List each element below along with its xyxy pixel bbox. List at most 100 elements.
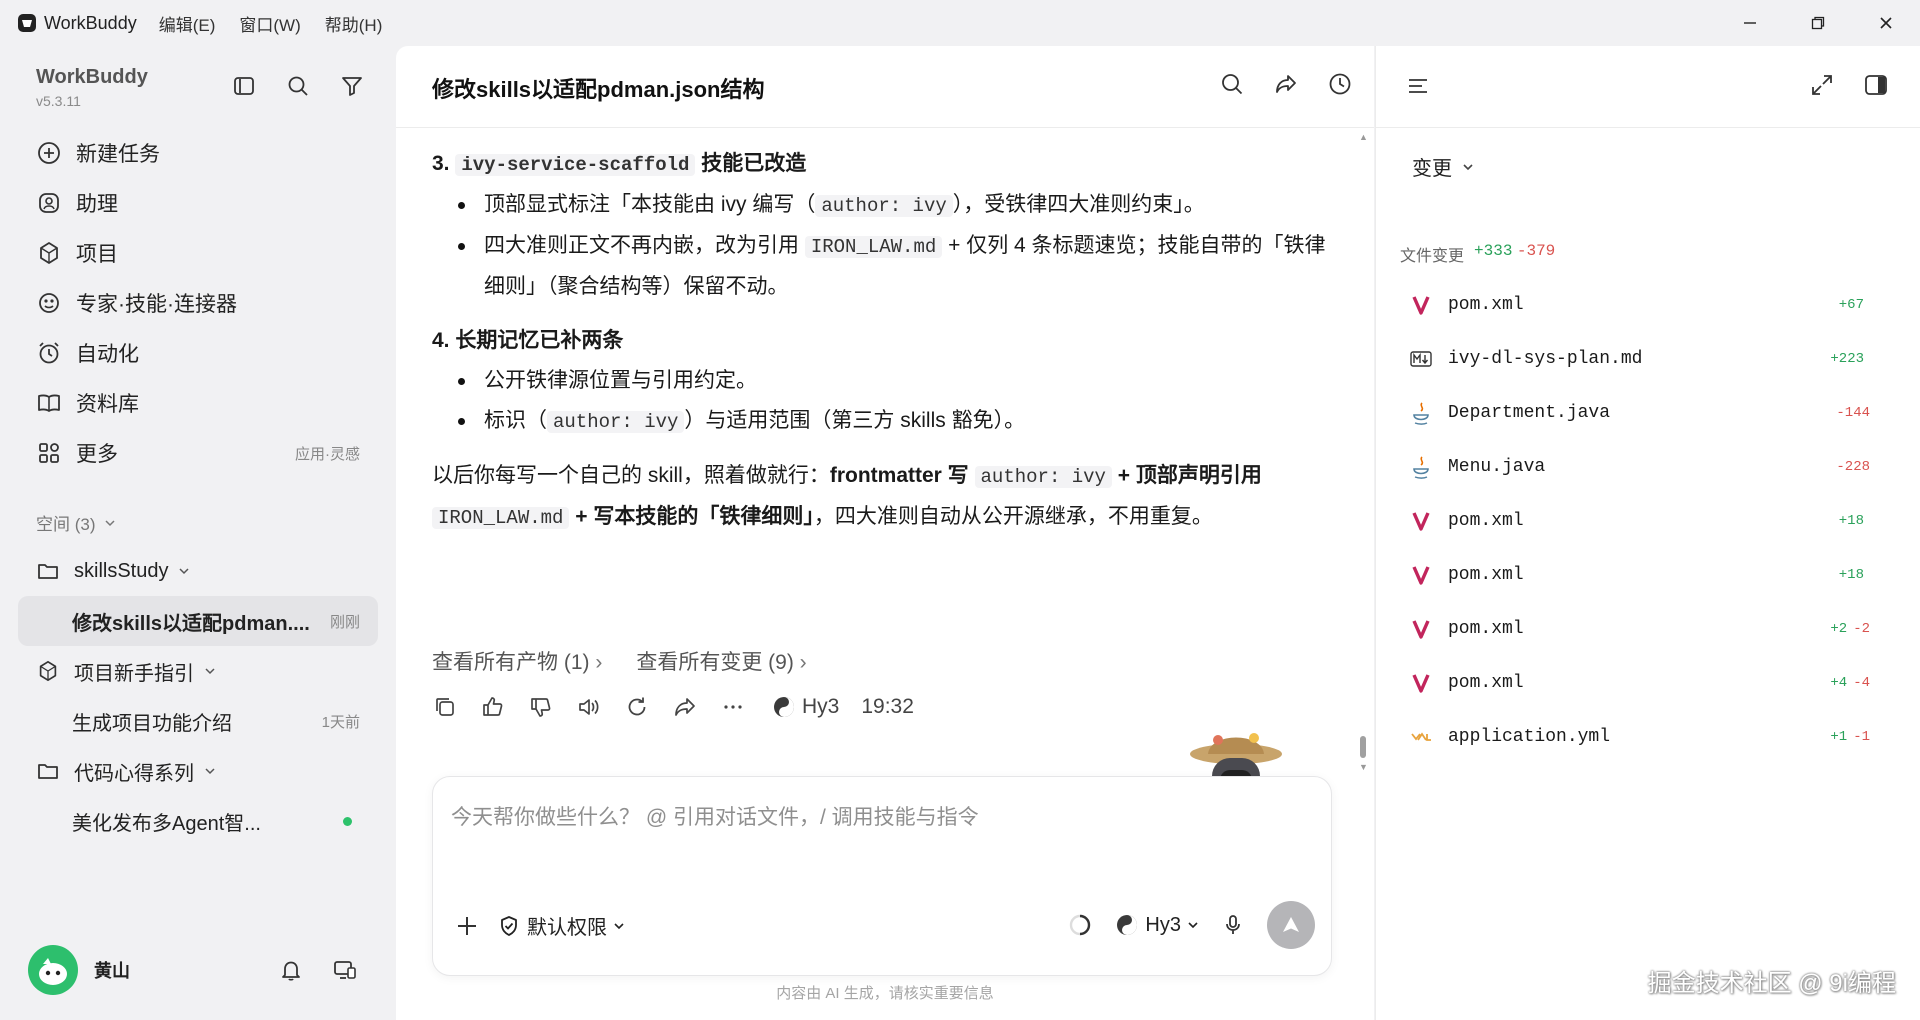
composer-input[interactable]: 今天帮你做些什么？ @ 引用对话文件，/ 调用技能与指令 [451, 801, 979, 831]
list-item[interactable]: pom.xml +18 [1400, 494, 1870, 548]
thumbs-down-icon[interactable] [528, 694, 554, 720]
list-item: 四大准则正文不再内嵌，改为引用 IRON_LAW.md + 仅列 4 条标题速览… [432, 226, 1332, 307]
changes-dropdown-label: 变更 [1412, 158, 1452, 180]
hunyuan-logo-icon [1117, 915, 1138, 935]
menu-help[interactable]: 帮助(H) [325, 11, 383, 36]
list-item[interactable]: Department.java -144 [1400, 386, 1870, 440]
file-name: pom.xml [1448, 295, 1524, 315]
list-item[interactable]: pom.xml +2 -2 [1400, 602, 1870, 656]
bell-icon[interactable] [278, 957, 304, 983]
nav-library[interactable]: 资料库 [18, 378, 378, 428]
project-onboarding[interactable]: 项目新手指引 [18, 646, 378, 696]
list-item[interactable]: ivy-dl-sys-plan.md +223 [1400, 332, 1870, 386]
device-settings-icon[interactable] [332, 957, 358, 983]
send-button[interactable] [1267, 901, 1315, 949]
copy-icon[interactable] [432, 694, 458, 720]
expand-icon[interactable] [1809, 72, 1835, 98]
regenerate-icon[interactable] [624, 694, 650, 720]
nav-assistant[interactable]: 助理 [18, 178, 378, 228]
close-button[interactable] [1852, 0, 1920, 46]
message-actions: Hy3 19:32 [432, 694, 914, 720]
file-additions: +223 [1830, 351, 1864, 367]
view-changes-link[interactable]: 查看所有变更 (9) [636, 646, 806, 676]
nav-project[interactable]: 项目 [18, 228, 378, 278]
list-item[interactable]: application.yml +1 -1 [1400, 710, 1870, 764]
search-icon[interactable] [1218, 70, 1246, 98]
chevron-down-icon [1188, 922, 1198, 929]
nav-label: 资料库 [76, 393, 139, 416]
task-current[interactable]: 修改skills以适配pdman.... 刚刚 [18, 596, 378, 646]
title-bar: WorkBuddy 编辑(E) 窗口(W) 帮助(H) [0, 0, 1920, 46]
nav-label: 新建任务 [76, 143, 160, 166]
more-grid-icon [39, 443, 59, 463]
minimize-button[interactable] [1716, 0, 1784, 46]
scroll-up-arrow-icon[interactable]: ▲ [1359, 132, 1368, 142]
task-generate-intro[interactable]: 生成项目功能介绍 1天前 [18, 696, 378, 746]
folder-code-notes[interactable]: 代码心得系列 [18, 746, 378, 796]
task-label: 美化发布多Agent智... [72, 812, 261, 835]
spaces-toggle[interactable]: 空间 (3) [36, 510, 116, 535]
avatar[interactable] [28, 945, 78, 995]
chat-scrollbar[interactable]: ▲ ▼ [1358, 132, 1368, 772]
thumbs-up-icon[interactable] [480, 694, 506, 720]
sidebar-toggle-icon [234, 77, 254, 95]
changes-panel: 变更 文件变更 +333 -379 pom.xml +67 ivy-dl-sys… [1375, 46, 1920, 1020]
task-time: 1天前 [321, 713, 360, 731]
menu-lines-icon[interactable] [1404, 72, 1432, 100]
menu-window[interactable]: 窗口(W) [239, 11, 300, 36]
nav-automation[interactable]: 自动化 [18, 328, 378, 378]
brand-name: WorkBuddy [36, 66, 148, 88]
message-composer[interactable]: 今天帮你做些什么？ @ 引用对话文件，/ 调用技能与指令 默认权限 Hy3 [432, 776, 1332, 976]
list-item[interactable]: pom.xml +4 -4 [1400, 656, 1870, 710]
folder-skillsstudy[interactable]: skillsStudy [18, 546, 378, 596]
permission-label: 默认权限 [527, 917, 607, 939]
composer-model-name: Hy3 [1145, 913, 1181, 936]
chat-panel: 修改skills以适配pdman.json结构 3. ivy-service-s… [396, 46, 1374, 1020]
folder-icon [38, 764, 58, 779]
nav-experts-skills[interactable]: 专家·技能·连接器 [18, 278, 378, 328]
chevron-down-icon [614, 922, 624, 929]
file-name: ivy-dl-sys-plan.md [1448, 349, 1643, 369]
list-item[interactable]: pom.xml +67 [1400, 278, 1870, 332]
project-label: 项目新手指引 [74, 662, 194, 685]
search-button[interactable] [284, 72, 312, 100]
share-icon[interactable] [672, 694, 698, 720]
task-beautify-agent[interactable]: 美化发布多Agent智... [18, 796, 378, 846]
attach-plus-icon[interactable] [453, 912, 481, 940]
list-item[interactable]: pom.xml +18 [1400, 548, 1870, 602]
menu-edit[interactable]: 编辑(E) [159, 11, 216, 36]
panel-toggle-icon[interactable] [1863, 72, 1889, 98]
list-item[interactable]: Menu.java -228 [1400, 440, 1870, 494]
speaker-icon[interactable] [576, 694, 602, 720]
project-icon [40, 242, 58, 264]
summary-paragraph: 以后你每写一个自己的 skill，照着做就行：frontmatter 写 aut… [432, 464, 1262, 529]
inline-code: ivy-service-scaffold [455, 154, 696, 176]
inline-code: IRON_LAW.md [432, 507, 570, 529]
composer-model-select[interactable]: Hy3 [1115, 913, 1199, 937]
assistant-message: 3. ivy-service-scaffold 技能已改造 顶部显式标注「本技能… [432, 144, 1332, 538]
app-logo-icon [18, 14, 36, 32]
maven-icon [1408, 292, 1434, 318]
changes-dropdown[interactable]: 变更 [1412, 152, 1474, 181]
scroll-down-arrow-icon[interactable]: ▼ [1359, 762, 1368, 772]
more-horizontal-icon[interactable] [720, 694, 746, 720]
file-name: pom.xml [1448, 619, 1524, 639]
project-icon [39, 660, 57, 682]
permission-dropdown[interactable]: 默认权限 [497, 911, 625, 940]
inline-code: author: ivy [974, 466, 1112, 488]
file-name: pom.xml [1448, 673, 1524, 693]
nav-new-task[interactable]: 新建任务 [18, 128, 378, 178]
scrollbar-thumb[interactable] [1360, 736, 1366, 758]
view-outputs-link[interactable]: 查看所有产物 (1) [432, 646, 602, 676]
filter-button[interactable] [338, 72, 366, 100]
automation-icon [39, 342, 59, 364]
nav-more[interactable]: 更多 应用·灵感 [18, 428, 378, 478]
toggle-sidebar-button[interactable] [230, 72, 258, 100]
microphone-icon[interactable] [1221, 913, 1245, 937]
section-4-heading: 4. 长期记忆已补两条 [432, 329, 624, 352]
restore-button[interactable] [1784, 0, 1852, 46]
history-icon[interactable] [1326, 70, 1354, 98]
share-icon[interactable] [1272, 70, 1300, 98]
space-tree: skillsStudy 修改skills以适配pdman.... 刚刚 项目新手… [18, 546, 378, 846]
file-additions: +67 [1838, 297, 1864, 313]
